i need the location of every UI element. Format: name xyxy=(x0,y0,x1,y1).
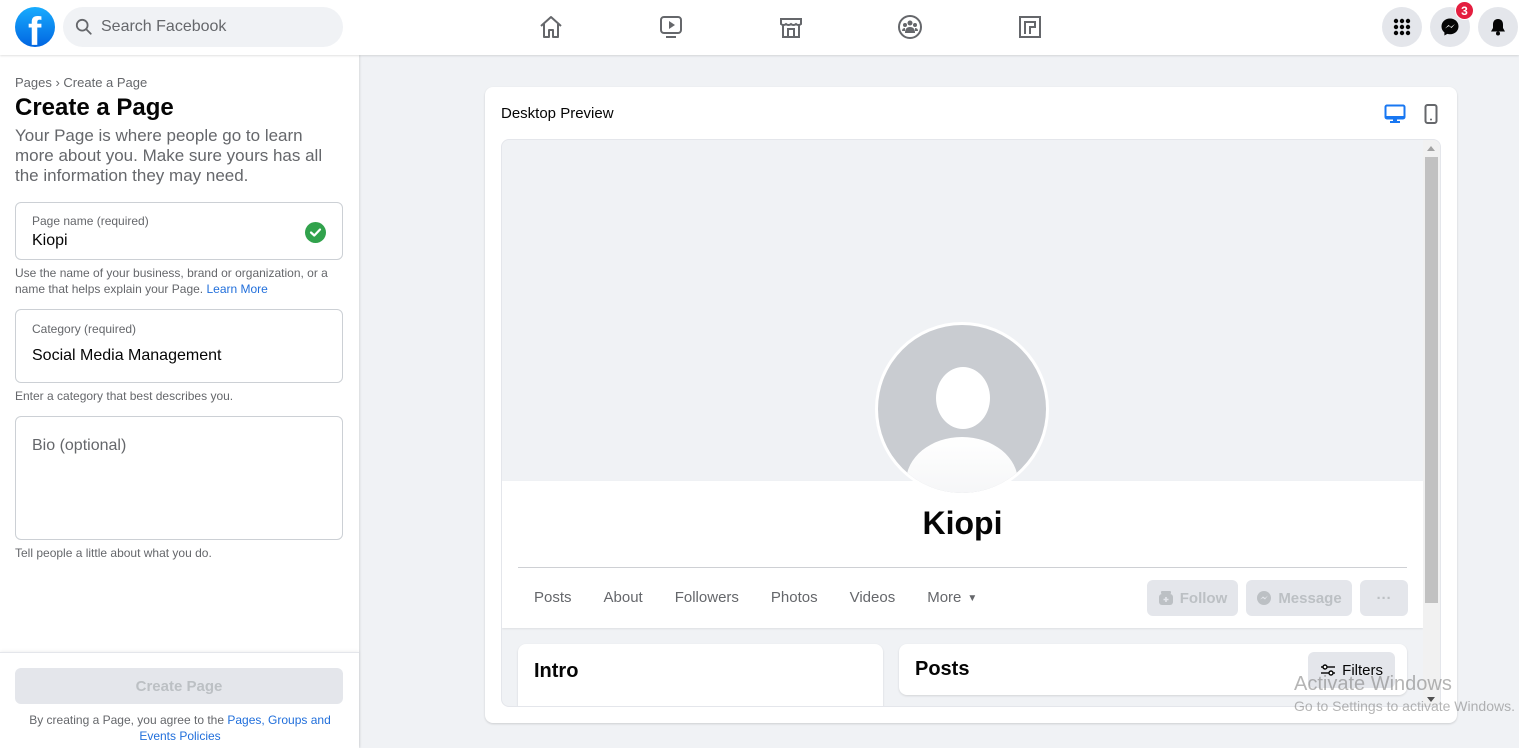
terms-text: By creating a Page, you agree to the Pag… xyxy=(10,712,350,744)
page-name-value[interactable]: Kiopi xyxy=(32,232,68,250)
page-name-help-text: Use the name of your business, brand or … xyxy=(15,266,328,296)
bio-placeholder[interactable]: Bio (optional) xyxy=(32,437,126,455)
scroll-up-arrow-icon[interactable] xyxy=(1427,146,1435,151)
profile-avatar xyxy=(875,322,1049,496)
search-box[interactable] xyxy=(63,7,343,47)
profile-name: Kiopi xyxy=(922,505,1003,541)
intro-card-title: Intro xyxy=(534,660,579,682)
notifications-button[interactable] xyxy=(1478,7,1518,47)
profile-tabs: Posts About Followers Photos Videos More… xyxy=(518,578,993,618)
messenger-button[interactable]: 3 xyxy=(1430,1,1474,47)
scrollbar-thumb[interactable] xyxy=(1425,157,1438,603)
search-input[interactable] xyxy=(101,18,321,36)
follow-label: Follow xyxy=(1179,589,1228,607)
watch-icon xyxy=(660,16,682,38)
create-page-panel: Pages › Create a Page Create a Page Your… xyxy=(0,55,359,748)
nav-home[interactable] xyxy=(536,12,566,42)
preview-title: Desktop Preview xyxy=(501,105,614,122)
gaming-icon xyxy=(1019,16,1041,38)
tab-more-label: More xyxy=(927,589,962,606)
nav-watch[interactable] xyxy=(656,12,686,42)
messenger-icon xyxy=(1441,18,1459,36)
filters-icon xyxy=(1321,664,1336,676)
preview-scrollbar[interactable] xyxy=(1423,140,1440,706)
desktop-icon xyxy=(1384,104,1406,123)
filters-label: Filters xyxy=(1342,661,1383,679)
top-navigation-bar: f 3 xyxy=(0,0,1519,55)
bell-icon xyxy=(1491,19,1505,36)
facebook-logo[interactable]: f xyxy=(15,7,55,47)
terms-prefix: By creating a Page, you agree to the xyxy=(29,713,228,727)
nav-gaming[interactable] xyxy=(1015,12,1045,42)
mobile-preview-toggle[interactable] xyxy=(1419,103,1443,125)
valid-check-icon xyxy=(305,222,326,243)
more-dots-icon: ··· xyxy=(1376,589,1392,607)
breadcrumb[interactable]: Pages › Create a Page xyxy=(15,75,147,90)
groups-icon xyxy=(898,15,922,39)
tab-posts[interactable]: Posts xyxy=(518,578,588,618)
page-name-help: Use the name of your business, brand or … xyxy=(15,265,335,297)
menu-button[interactable] xyxy=(1382,7,1422,47)
messenger-icon xyxy=(1257,591,1272,605)
preview-card: Desktop Preview Kiopi Posts About Follow… xyxy=(485,87,1457,723)
category-help: Enter a category that best describes you… xyxy=(15,389,234,403)
intro-card: Intro xyxy=(518,644,883,706)
learn-more-link[interactable]: Learn More xyxy=(206,282,267,296)
search-icon xyxy=(75,18,92,35)
page-name-field[interactable]: Page name (required) Kiopi xyxy=(15,202,343,260)
messenger-badge: 3 xyxy=(1455,1,1474,20)
page-name-label: Page name (required) xyxy=(32,214,149,228)
message-button[interactable]: Message xyxy=(1246,580,1352,616)
tab-videos[interactable]: Videos xyxy=(834,578,912,618)
tab-followers[interactable]: Followers xyxy=(659,578,755,618)
home-icon xyxy=(540,16,562,38)
more-actions-button[interactable]: ··· xyxy=(1360,580,1408,616)
tab-photos[interactable]: Photos xyxy=(755,578,834,618)
message-label: Message xyxy=(1278,589,1342,607)
category-label: Category (required) xyxy=(32,322,137,336)
mobile-icon xyxy=(1424,104,1438,124)
profile-divider xyxy=(518,567,1407,568)
preview-viewport: Kiopi Posts About Followers Photos Video… xyxy=(501,139,1441,707)
marketplace-icon xyxy=(780,18,802,38)
desktop-preview-toggle[interactable] xyxy=(1383,103,1407,125)
posts-card-title: Posts xyxy=(915,658,970,680)
menu-grid-icon xyxy=(1393,18,1411,36)
scroll-down-arrow-icon[interactable] xyxy=(1427,697,1435,702)
caret-down-icon: ▼ xyxy=(967,593,978,604)
bio-field[interactable]: Bio (optional) xyxy=(15,416,343,540)
nav-marketplace[interactable] xyxy=(776,12,806,42)
bio-help: Tell people a little about what you do. xyxy=(15,546,212,560)
intro-text: Your Page is where people go to learn mo… xyxy=(15,126,323,185)
nav-groups[interactable] xyxy=(895,12,925,42)
category-value[interactable]: Social Media Management xyxy=(32,347,221,365)
tab-more[interactable]: More ▼ xyxy=(911,578,993,618)
filters-button[interactable]: Filters xyxy=(1308,652,1395,688)
tab-about[interactable]: About xyxy=(588,578,659,618)
posts-card: Posts Filters xyxy=(899,644,1407,695)
left-panel-footer: Create Page By creating a Page, you agre… xyxy=(0,652,359,748)
avatar-placeholder-icon xyxy=(878,325,1046,493)
create-page-button[interactable]: Create Page xyxy=(15,668,343,704)
follow-icon xyxy=(1158,591,1173,605)
page-title: Create a Page xyxy=(15,94,174,121)
follow-button[interactable]: Follow xyxy=(1147,580,1238,616)
facebook-logo-glyph: f xyxy=(28,10,42,47)
category-field[interactable]: Category (required) Social Media Managem… xyxy=(15,309,343,383)
